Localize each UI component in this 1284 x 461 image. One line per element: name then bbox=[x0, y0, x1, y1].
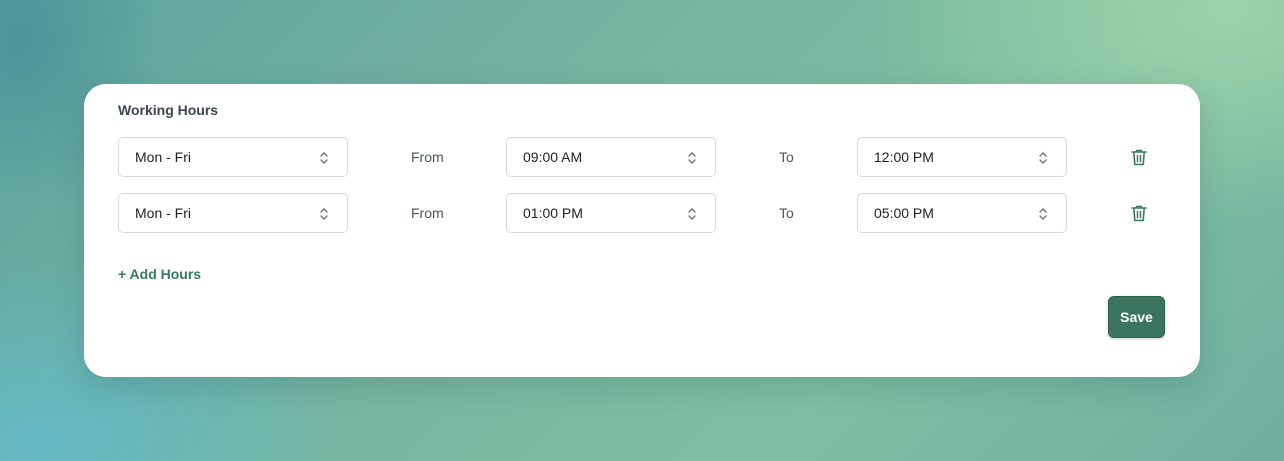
days-select[interactable]: Mon - Fri bbox=[118, 137, 348, 177]
from-time-value: 09:00 AM bbox=[523, 149, 583, 165]
chevron-up-down-icon bbox=[1039, 152, 1047, 164]
to-time-value: 05:00 PM bbox=[874, 205, 934, 221]
days-select-value: Mon - Fri bbox=[135, 205, 191, 221]
to-time-select[interactable]: 12:00 PM bbox=[857, 137, 1067, 177]
chevron-up-down-icon bbox=[320, 152, 328, 164]
to-time-select[interactable]: 05:00 PM bbox=[857, 193, 1067, 233]
to-time-value: 12:00 PM bbox=[874, 149, 934, 165]
hours-row: Mon - Fri From 09:00 AM To 12:00 PM bbox=[84, 137, 1200, 177]
from-time-select[interactable]: 09:00 AM bbox=[506, 137, 716, 177]
trash-icon[interactable] bbox=[1129, 147, 1149, 167]
chevron-up-down-icon bbox=[320, 208, 328, 220]
chevron-up-down-icon bbox=[688, 208, 696, 220]
to-label: To bbox=[779, 149, 794, 165]
trash-icon[interactable] bbox=[1129, 203, 1149, 223]
chevron-up-down-icon bbox=[1039, 208, 1047, 220]
from-label: From bbox=[411, 149, 444, 165]
working-hours-card: Working Hours Mon - Fri From 09:00 AM To… bbox=[84, 84, 1200, 377]
save-button[interactable]: Save bbox=[1108, 296, 1165, 338]
from-time-select[interactable]: 01:00 PM bbox=[506, 193, 716, 233]
from-time-value: 01:00 PM bbox=[523, 205, 583, 221]
days-select[interactable]: Mon - Fri bbox=[118, 193, 348, 233]
to-label: To bbox=[779, 205, 794, 221]
chevron-up-down-icon bbox=[688, 152, 696, 164]
hours-row: Mon - Fri From 01:00 PM To 05:00 PM bbox=[84, 193, 1200, 233]
card-title: Working Hours bbox=[118, 102, 219, 118]
days-select-value: Mon - Fri bbox=[135, 149, 191, 165]
from-label: From bbox=[411, 205, 444, 221]
add-hours-button[interactable]: + Add Hours bbox=[118, 266, 201, 282]
